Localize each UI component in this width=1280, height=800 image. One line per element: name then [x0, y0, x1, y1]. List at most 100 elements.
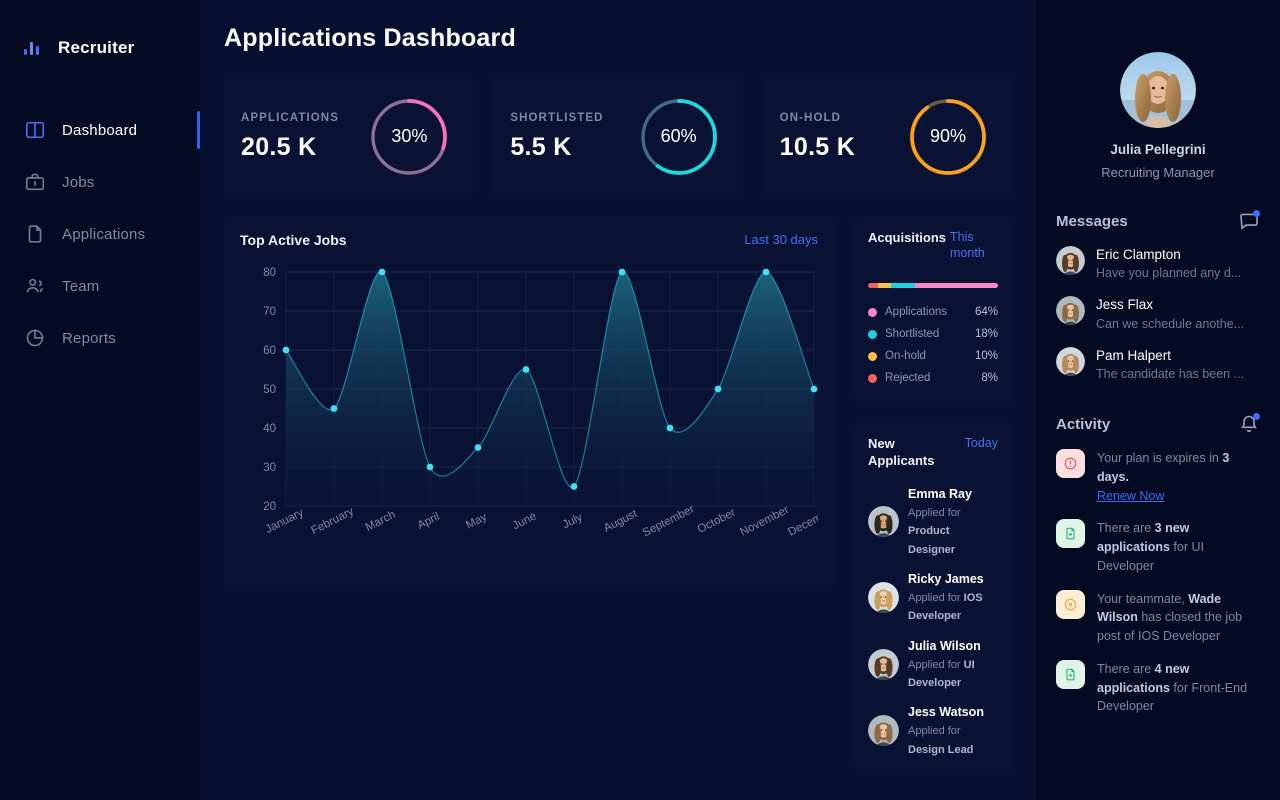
legend-row: Applications 64%	[868, 301, 998, 323]
activity-text: There are 4 new applications for Front-E…	[1097, 661, 1248, 714]
legend-color-dot	[868, 373, 877, 383]
legend-value: 10%	[974, 350, 998, 363]
layout-columns-icon	[24, 119, 46, 141]
acquisitions-bar-segment	[878, 283, 892, 289]
message-list-item[interactable]: Eric Clampton Have you planned any d...	[1056, 246, 1260, 282]
top-active-jobs-card: Top Active Jobs Last 30 days 20 30 40 50 60 7…	[224, 216, 836, 588]
acquisitions-legend: Applications 64% Shortlisted 18% On-hold 10% R…	[868, 301, 998, 389]
activity-text: Your plan is expires in 3 days. Renew Now	[1097, 451, 1230, 503]
legend-label: Rejected	[885, 372, 931, 385]
svg-text:June: June	[511, 510, 539, 532]
legend-value: 64%	[974, 306, 998, 319]
sidebar-item-applications[interactable]: Applications	[0, 208, 200, 260]
stat-card-on-hold: ON-HOLD 10.5 K 90%	[762, 74, 1012, 199]
applicant-list-item[interactable]: Jess Watson Applied for Design Lead	[868, 703, 998, 758]
sidebar-item-team[interactable]: Team	[0, 260, 200, 312]
user-profile: Julia Pellegrini Recruiting Manager	[1056, 0, 1260, 180]
applicant-name: Ricky James	[908, 571, 984, 586]
stat-percent: 30%	[391, 126, 428, 146]
legend-label: On-hold	[885, 350, 926, 363]
message-preview: The candidate has been ...	[1096, 366, 1245, 381]
applicant-list-item[interactable]: Emma Ray Applied for Product Designer	[868, 485, 998, 558]
message-list-item[interactable]: Pam Halpert The candidate has been ...	[1056, 346, 1260, 383]
sidebar-item-dashboard[interactable]: Dashboard	[0, 104, 200, 156]
message-list-item[interactable]: Jess Flax Can we schedule anothe...	[1056, 296, 1260, 332]
stat-card-text: ON-HOLD 10.5 K	[780, 112, 855, 162]
bell-icon[interactable]	[1238, 413, 1260, 435]
main-content: Applications Dashboard APPLICATIONS 20.5…	[200, 0, 1036, 800]
messages-badge	[1253, 210, 1260, 217]
svg-text:April: April	[416, 511, 442, 532]
message-sender: Eric Clampton	[1096, 247, 1181, 262]
legend-value: 8%	[981, 372, 998, 385]
avatar	[868, 581, 899, 613]
stat-label: APPLICATIONS	[241, 111, 339, 124]
sidebar-item-jobs[interactable]: Jobs	[0, 156, 200, 208]
stat-cards-row: APPLICATIONS 20.5 K 30% SHORTLISTED 5.5 …	[224, 74, 1012, 199]
acquisitions-bar-segment	[914, 283, 998, 289]
sidebar-item-label: Team	[62, 277, 100, 295]
legend-value: 18%	[974, 328, 998, 341]
legend-color-dot	[868, 329, 877, 339]
stat-value: 5.5 K	[510, 132, 572, 161]
chart-range-selector[interactable]: Last 30 days	[744, 232, 818, 247]
activity-text: There are 3 new applications for UI Deve…	[1097, 521, 1204, 573]
acquisitions-bar-segment	[868, 283, 879, 289]
new-applicants-header: New Applicants Today	[868, 436, 998, 469]
progress-ring-on-hold: 90%	[906, 95, 990, 179]
svg-text:20: 20	[263, 501, 276, 513]
svg-text:50: 50	[263, 384, 276, 396]
avatar[interactable]	[1120, 52, 1196, 128]
activity-header: Activity	[1056, 413, 1260, 435]
users-icon	[24, 275, 46, 297]
document-icon	[24, 223, 46, 245]
activity-list-item: Your teammate, Wade Wilson has closed th…	[1056, 589, 1260, 646]
file-plus-icon	[1056, 519, 1085, 549]
renew-now-link[interactable]: Renew Now	[1097, 489, 1164, 503]
stat-percent: 60%	[660, 126, 697, 146]
pie-chart-icon	[24, 327, 46, 349]
new-applicants-panel: New Applicants Today Emma Ray Applied fo…	[854, 422, 1012, 775]
stat-card-shortlisted: SHORTLISTED 5.5 K 60%	[493, 74, 743, 199]
applicant-name: Jess Watson	[908, 705, 984, 720]
messages-header: Messages	[1056, 210, 1260, 232]
applicant-list-item[interactable]: Ricky James Applied for IOS Developer	[868, 570, 998, 625]
legend-label: Shortlisted	[885, 328, 940, 341]
activity-text: Your teammate, Wade Wilson has closed th…	[1097, 591, 1243, 644]
activity-list-item: There are 3 new applications for UI Deve…	[1056, 519, 1260, 575]
acquisitions-header: Acquisitions This month	[868, 230, 998, 261]
stat-label: ON-HOLD	[779, 111, 842, 124]
stat-value: 10.5 K	[779, 132, 856, 161]
stat-label: SHORTLISTED	[510, 111, 604, 124]
applicant-name: Emma Ray	[908, 486, 972, 501]
sidebar-item-reports[interactable]: Reports	[0, 312, 200, 364]
new-applicants-list: Emma Ray Applied for Product Designer Ri…	[868, 485, 998, 759]
chart-title: Top Active Jobs	[240, 232, 347, 248]
alert-circle-icon	[1056, 449, 1085, 479]
messages-list: Eric Clampton Have you planned any d... …	[1056, 246, 1260, 383]
file-plus-icon	[1056, 659, 1085, 689]
avatar	[868, 505, 899, 537]
left-sidebar: Recruiter Dashboard Jobs Applications Te…	[0, 0, 200, 800]
new-applicants-range-selector[interactable]: Today	[965, 436, 998, 452]
stat-value: 20.5 K	[241, 132, 317, 161]
svg-text:May: May	[464, 511, 489, 532]
brand-name: Recruiter	[58, 38, 135, 57]
message-sender: Pam Halpert	[1096, 347, 1172, 363]
sidebar-item-label: Applications	[62, 225, 146, 243]
section-title: Messages	[1056, 212, 1128, 230]
legend-row: Shortlisted 18%	[868, 323, 998, 345]
legend-color-dot	[868, 307, 877, 317]
svg-text:40: 40	[263, 423, 276, 435]
applicant-list-item[interactable]: Julia Wilson Applied for UI Developer	[868, 637, 998, 692]
svg-text:July: July	[561, 511, 585, 531]
applicant-role: Applied for UI Developer	[908, 658, 975, 690]
acquisitions-panel: Acquisitions This month Applications 64% S…	[854, 216, 1012, 406]
progress-ring-shortlisted: 60%	[637, 95, 721, 179]
acquisitions-range-selector[interactable]: This month	[950, 230, 998, 261]
message-icon[interactable]	[1238, 210, 1260, 232]
legend-row: On-hold 10%	[868, 345, 998, 367]
section-title: Activity	[1056, 415, 1111, 433]
panel-title: New Applicants	[868, 436, 935, 468]
svg-text:60: 60	[263, 345, 276, 357]
